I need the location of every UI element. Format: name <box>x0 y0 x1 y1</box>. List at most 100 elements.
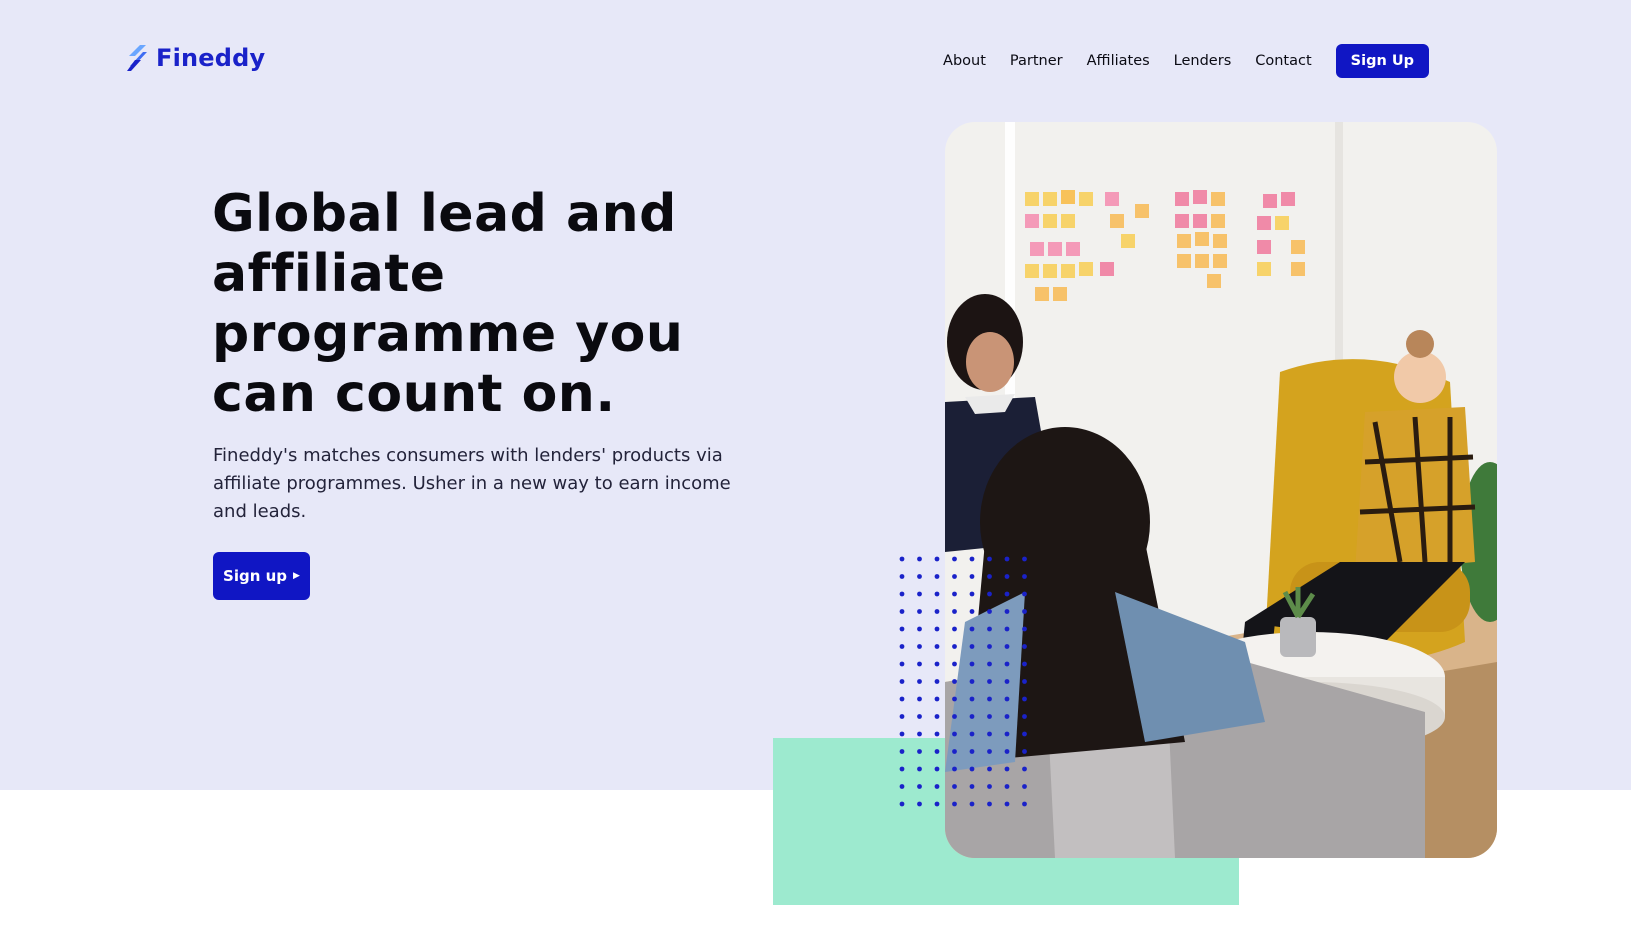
sticky-note <box>1211 214 1225 228</box>
dot <box>917 784 922 789</box>
dot <box>899 626 905 632</box>
dot <box>1022 731 1027 737</box>
dot <box>1004 556 1010 562</box>
dot <box>899 749 905 754</box>
dot <box>899 644 905 649</box>
dot <box>934 574 940 579</box>
headline-line: Global lead and <box>212 184 677 244</box>
sticky-note <box>1263 194 1277 208</box>
dot <box>917 609 922 614</box>
headline-line: programme you <box>212 304 684 364</box>
dot <box>1004 644 1010 649</box>
dot <box>917 731 922 737</box>
sticky-note <box>1175 192 1189 206</box>
nav-affiliates[interactable]: Affiliates <box>1087 44 1150 78</box>
sticky-note <box>1207 274 1221 288</box>
dot <box>987 784 992 789</box>
dot <box>952 731 957 737</box>
dot <box>952 749 957 754</box>
dot <box>1004 749 1010 754</box>
dot <box>1022 644 1027 649</box>
dot <box>917 626 922 632</box>
caret-right-icon: ▶ <box>293 570 300 581</box>
nav-lenders[interactable]: Lenders <box>1174 44 1232 78</box>
headline-line: can count on. <box>212 364 616 424</box>
dot <box>1022 714 1027 719</box>
dot <box>934 626 940 632</box>
dot <box>917 644 922 649</box>
sticky-note <box>1043 214 1057 228</box>
dot <box>1004 591 1010 597</box>
sticky-note <box>1061 214 1075 228</box>
dot <box>917 714 922 719</box>
sticky-note <box>1100 262 1114 276</box>
dot <box>987 609 992 614</box>
dot <box>952 591 957 597</box>
dot <box>1022 801 1027 807</box>
dot <box>917 574 922 579</box>
sticky-note <box>1025 214 1039 228</box>
dot <box>1004 714 1010 719</box>
nav-about[interactable]: About <box>943 44 986 78</box>
dot <box>952 574 957 579</box>
dot <box>1022 766 1027 772</box>
dot <box>1004 696 1010 702</box>
sticky-note <box>1195 232 1209 246</box>
sticky-note <box>1275 216 1289 230</box>
sticky-note <box>1079 192 1093 206</box>
sticky-note <box>1105 192 1119 206</box>
header-signup-button[interactable]: Sign Up <box>1335 44 1429 78</box>
sticky-note <box>1177 254 1191 268</box>
dot <box>934 801 940 807</box>
description-line: affiliate programmes. Usher in a new way… <box>213 473 731 494</box>
fineddy-logo-icon <box>127 45 147 71</box>
dot <box>1004 766 1010 772</box>
hero-description: Fineddy's matches consumers with lenders… <box>213 442 753 526</box>
sticky-note <box>1257 262 1271 276</box>
sticky-note <box>1195 254 1209 268</box>
sticky-note <box>1043 264 1057 278</box>
dot <box>934 731 940 737</box>
dot <box>969 784 975 789</box>
dot <box>899 766 905 772</box>
dot <box>899 784 905 789</box>
sticky-note <box>1048 242 1062 256</box>
dot <box>899 609 905 614</box>
dot <box>899 731 905 737</box>
dot <box>969 714 975 719</box>
dot <box>1022 556 1027 562</box>
dot <box>969 749 975 754</box>
hero-signup-button[interactable]: Sign up ▶ <box>213 552 310 600</box>
headline-line: affiliate <box>212 244 446 304</box>
dot <box>952 766 957 772</box>
dot <box>1004 679 1010 684</box>
dot <box>969 591 975 597</box>
dot <box>952 696 957 702</box>
sticky-note <box>1035 287 1049 301</box>
dot <box>1004 661 1010 667</box>
brand-logo[interactable]: Fineddy <box>126 44 265 72</box>
dot <box>1004 609 1010 614</box>
dot <box>952 679 957 684</box>
dot <box>1022 749 1027 754</box>
dot <box>899 679 905 684</box>
nav-partner[interactable]: Partner <box>1010 44 1063 78</box>
dot <box>1004 801 1010 807</box>
dot <box>934 556 940 562</box>
nav-contact[interactable]: Contact <box>1255 44 1311 78</box>
dot <box>899 696 905 702</box>
dot <box>969 626 975 632</box>
dot <box>987 591 992 597</box>
dot <box>969 556 975 562</box>
dot <box>1004 784 1010 789</box>
dot <box>934 696 940 702</box>
dot <box>899 714 905 719</box>
dot <box>952 644 957 649</box>
dot <box>987 766 992 772</box>
dot <box>934 609 940 614</box>
sticky-note <box>1281 192 1295 206</box>
dot <box>934 784 940 789</box>
dot <box>1022 609 1027 614</box>
dot <box>952 784 957 789</box>
dot <box>1022 679 1027 684</box>
